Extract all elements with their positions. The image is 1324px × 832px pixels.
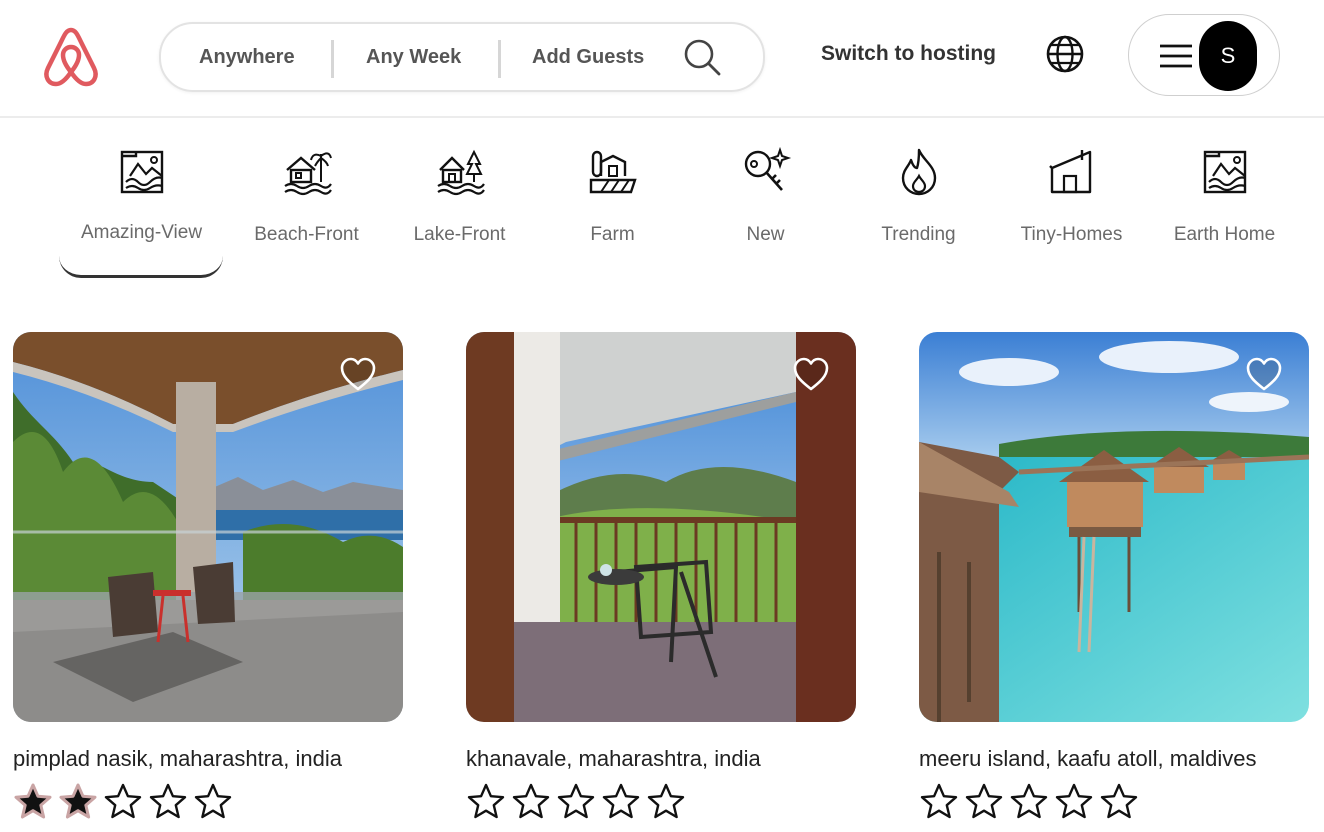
category-new[interactable]: New <box>689 140 842 280</box>
category-label: Trending <box>881 224 956 245</box>
favorite-heart-icon[interactable] <box>792 356 830 392</box>
category-farm[interactable]: Farm <box>536 140 689 280</box>
star-filled-icon <box>14 783 52 819</box>
listing-photo[interactable] <box>919 332 1309 722</box>
switch-to-hosting-link[interactable]: Switch to hosting <box>821 42 996 66</box>
listing-title: khanavale, maharashtra, india <box>466 746 761 771</box>
hamburger-menu-icon <box>1160 44 1192 68</box>
star-empty-icon <box>647 783 685 819</box>
category-label: Earth Home <box>1173 224 1276 245</box>
search-bar[interactable]: Anywhere Any Week Add Guests <box>159 22 765 92</box>
listing-card[interactable]: khanavale, maharashtra, india <box>466 332 856 819</box>
star-empty-icon <box>920 783 958 819</box>
category-label: Amazing-View <box>80 222 203 243</box>
trending-icon <box>901 148 936 196</box>
active-category-indicator <box>59 256 223 278</box>
search-divider <box>498 40 501 78</box>
category-tiny-homes[interactable]: Tiny-Homes <box>995 140 1148 280</box>
favorite-heart-icon[interactable] <box>339 356 377 392</box>
star-empty-icon <box>467 783 505 819</box>
star-rating <box>919 782 1144 822</box>
star-empty-icon <box>512 783 550 819</box>
category-lake-front[interactable]: Lake-Front <box>383 140 536 280</box>
category-label: New <box>746 224 785 245</box>
category-beach-front[interactable]: Beach-Front <box>230 140 383 280</box>
star-rating <box>13 782 238 822</box>
favorite-heart-icon[interactable] <box>1245 356 1283 392</box>
earth-home-icon <box>1203 150 1246 194</box>
anywhere-button[interactable]: Anywhere <box>199 24 295 90</box>
star-empty-icon <box>602 783 640 819</box>
listing-photo[interactable] <box>13 332 403 722</box>
star-rating <box>466 782 691 822</box>
category-trending[interactable]: Trending <box>842 140 995 280</box>
listing-card[interactable]: pimplad nasik, maharashtra, india <box>13 332 403 819</box>
globe-icon[interactable] <box>1044 33 1086 75</box>
beach-front-icon <box>283 152 332 196</box>
tiny-homes-icon <box>1048 150 1091 194</box>
top-header: Anywhere Any Week Add Guests Switch to h… <box>0 0 1324 118</box>
star-empty-icon <box>1055 783 1093 819</box>
star-empty-icon <box>1010 783 1048 819</box>
star-empty-icon <box>557 783 595 819</box>
category-earth-home[interactable]: Earth Home <box>1148 140 1301 280</box>
star-filled-icon <box>59 783 97 819</box>
listing-title: meeru island, kaafu atoll, maldives <box>919 746 1257 771</box>
category-label: Tiny-Homes <box>1020 224 1123 245</box>
category-label: Lake-Front <box>413 224 506 245</box>
star-empty-icon <box>194 783 232 819</box>
any-week-button[interactable]: Any Week <box>366 24 461 90</box>
farm-icon <box>589 150 637 194</box>
listing-photo[interactable] <box>466 332 856 722</box>
search-divider <box>331 40 334 78</box>
avatar: S <box>1199 21 1257 91</box>
star-empty-icon <box>1100 783 1138 819</box>
search-icon[interactable] <box>681 36 723 78</box>
category-label: Farm <box>590 224 635 245</box>
star-empty-icon <box>104 783 142 819</box>
listing-title: pimplad nasik, maharashtra, india <box>13 746 342 771</box>
star-empty-icon <box>965 783 1003 819</box>
user-menu-button[interactable]: S <box>1128 14 1280 96</box>
amazing-view-icon <box>120 150 163 194</box>
new-icon <box>744 146 791 191</box>
lake-front-icon <box>436 149 485 196</box>
add-guests-button[interactable]: Add Guests <box>532 24 644 90</box>
star-empty-icon <box>149 783 187 819</box>
category-label: Beach-Front <box>254 224 359 245</box>
airbnb-logo-icon[interactable] <box>40 24 102 88</box>
listing-card[interactable]: meeru island, kaafu atoll, maldives <box>919 332 1309 819</box>
